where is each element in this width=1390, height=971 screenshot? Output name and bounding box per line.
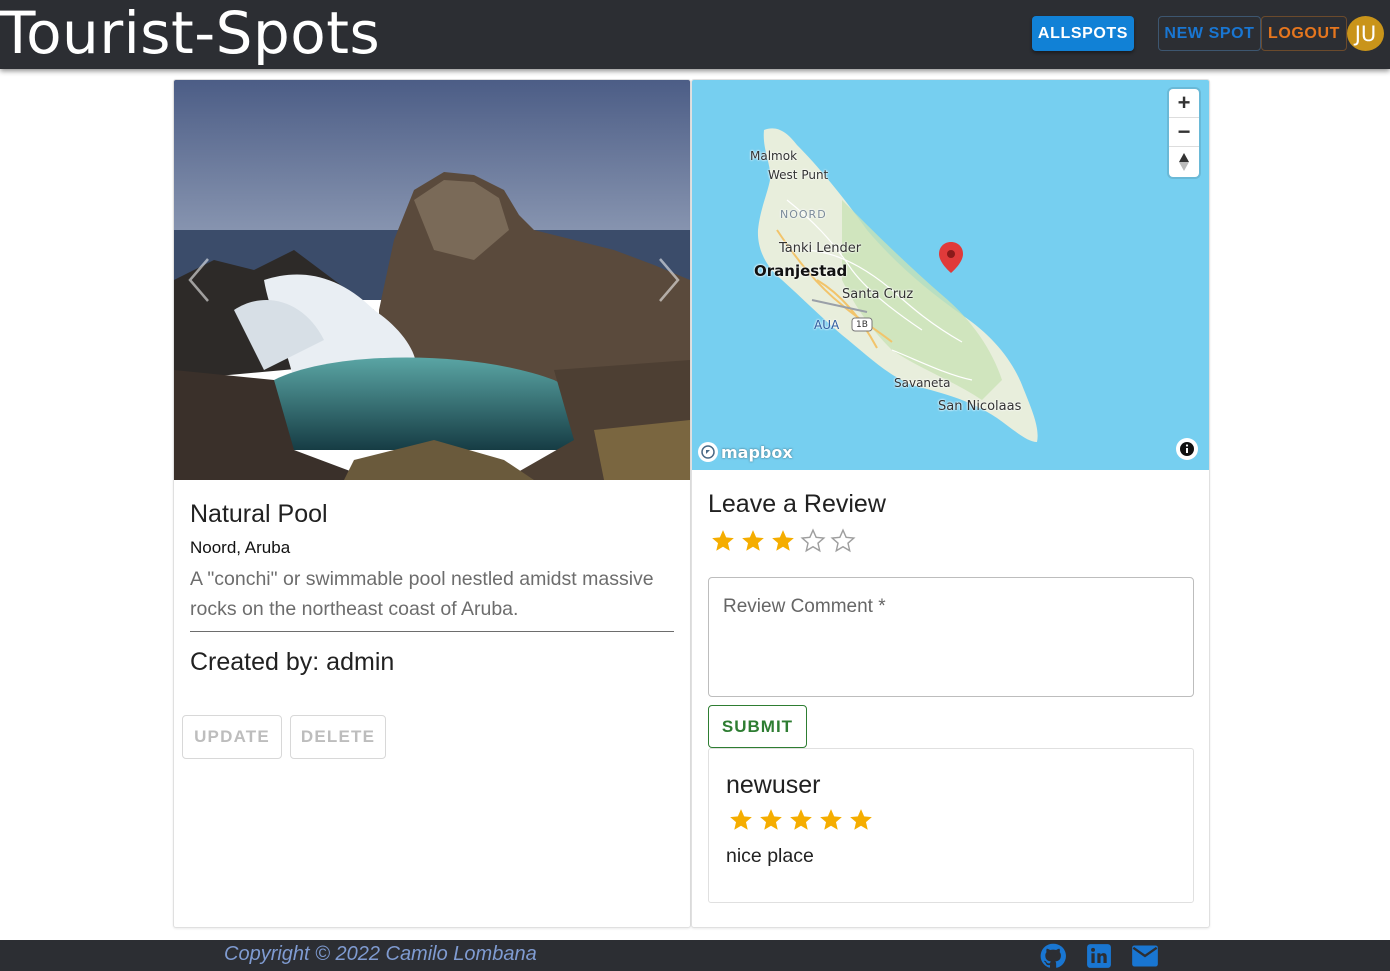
star-filled-icon	[816, 805, 846, 835]
footer: Copyright © 2022 Camilo Lombana	[0, 940, 1390, 971]
map-label-tanki-lender: Tanki Lender	[779, 241, 862, 256]
review-comment-field[interactable]	[708, 577, 1194, 697]
logout-button[interactable]: LOGOUT	[1261, 16, 1347, 51]
star-filled-icon	[786, 805, 816, 835]
avatar[interactable]: JU	[1347, 16, 1384, 51]
review-author: newuser	[726, 771, 821, 799]
map[interactable]: Malmok West Punt NOORD Tanki Lender Oran…	[692, 80, 1209, 470]
linkedin-icon[interactable]	[1085, 942, 1113, 970]
carousel-prev-arrow[interactable]	[180, 255, 220, 305]
divider	[190, 631, 674, 632]
brand-title[interactable]: Tourist-Spots	[0, 0, 380, 69]
map-info-icon[interactable]	[1176, 438, 1198, 460]
delete-button[interactable]: DELETE	[290, 715, 386, 759]
mapbox-logo-icon	[698, 442, 718, 462]
map-label-savaneta: Savaneta	[894, 376, 951, 390]
map-label-oranjestad: Oranjestad	[754, 262, 848, 280]
star-filled-icon[interactable]	[708, 526, 738, 556]
map-label-malmok: Malmok	[750, 149, 798, 163]
spot-location: Noord, Aruba	[190, 538, 291, 557]
map-route-shield: 1B	[856, 320, 868, 330]
star-filled-icon	[756, 805, 786, 835]
review-text: nice place	[726, 845, 814, 867]
allspots-button[interactable]: ALLSPOTS	[1032, 16, 1134, 51]
carousel-next-arrow[interactable]	[648, 255, 688, 305]
mail-icon[interactable]	[1131, 942, 1159, 970]
review-heading: Leave a Review	[708, 490, 886, 518]
rating-input[interactable]	[708, 526, 858, 556]
map-pin-icon[interactable]	[939, 242, 963, 273]
copyright-text: Copyright © 2022 Camilo Lombana	[224, 943, 537, 965]
map-label-aua: AUA	[814, 318, 840, 332]
spot-description: A "conchi" or swimmable pool nestled ami…	[190, 568, 654, 620]
submit-button[interactable]: SUBMIT	[708, 705, 807, 748]
star-filled-icon	[846, 805, 876, 835]
new-spot-button[interactable]: NEW SPOT	[1158, 16, 1261, 51]
app-bar: Tourist-Spots ALLSPOTS NEW SPOT LOGOUT J…	[0, 0, 1390, 69]
compass-icon	[1179, 152, 1189, 171]
star-filled-icon[interactable]	[738, 526, 768, 556]
spot-photo	[174, 80, 690, 480]
map-label-san-nicolaas: San Nicolaas	[938, 399, 1022, 414]
zoom-out-button[interactable]: −	[1169, 118, 1199, 147]
review-rating	[726, 805, 876, 835]
github-icon[interactable]	[1039, 942, 1067, 970]
map-label-santa-cruz: Santa Cruz	[842, 287, 914, 302]
update-button[interactable]: UPDATE	[182, 715, 282, 759]
review-item: newuser nice place	[708, 748, 1194, 903]
star-empty-icon[interactable]	[798, 526, 828, 556]
created-by: Created by: admin	[190, 648, 395, 676]
spot-title: Natural Pool	[190, 500, 328, 528]
map-label-west-punt: West Punt	[768, 168, 829, 182]
map-controls: + −	[1169, 89, 1199, 177]
map-label-noord: NOORD	[780, 208, 827, 221]
mapbox-logo[interactable]: mapbox	[698, 441, 793, 463]
zoom-in-button[interactable]: +	[1169, 89, 1199, 118]
star-empty-icon[interactable]	[828, 526, 858, 556]
review-card-panel: Malmok West Punt NOORD Tanki Lender Oran…	[691, 79, 1210, 928]
star-filled-icon[interactable]	[768, 526, 798, 556]
compass-button[interactable]	[1169, 147, 1199, 176]
spot-card: Natural Pool Noord, Aruba A "conchi" or …	[173, 79, 691, 928]
star-filled-icon	[726, 805, 756, 835]
mapbox-logo-text: mapbox	[721, 442, 793, 462]
